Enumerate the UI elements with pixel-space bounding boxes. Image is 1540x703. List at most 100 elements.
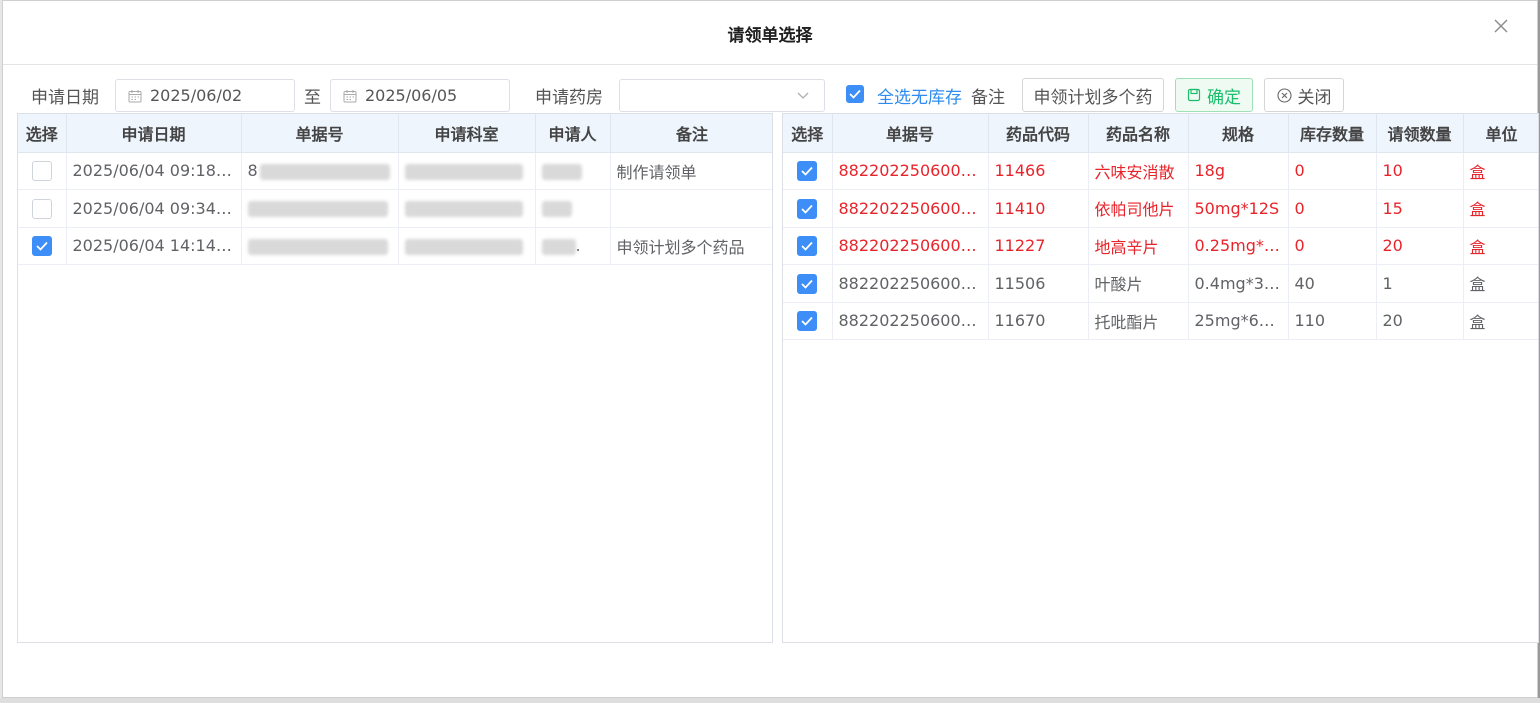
requisition-select-dialog: 请领单选择 申请日期 2025/06/02 至 2025/06/05 申请药房 bbox=[2, 0, 1539, 698]
table-row[interactable]: 2025/06/04 09:18:06 8 制作请领单 bbox=[18, 152, 772, 190]
date-from-value: 2025/06/02 bbox=[150, 86, 243, 105]
table-row[interactable]: 882202250600005 11410 依帕司他片 50mg*12S 0 15 盒 bbox=[783, 189, 1538, 228]
table-row[interactable]: 882202250600005 11227 地高辛片 0.25mg*3... 0 20 盒 bbox=[783, 227, 1538, 265]
doc-no-cell bbox=[241, 189, 399, 228]
spec-cell: 18g bbox=[1188, 152, 1289, 190]
close-circle-icon bbox=[1276, 87, 1292, 103]
doc-no-text: 8 bbox=[247, 161, 258, 181]
check-icon bbox=[801, 241, 813, 251]
row-checkbox[interactable] bbox=[797, 161, 818, 181]
row-checkbox[interactable] bbox=[797, 273, 818, 294]
row-checkbox[interactable] bbox=[797, 311, 818, 331]
col-header-unit[interactable]: 单位 bbox=[1463, 114, 1538, 153]
apply-date-label: 申请日期 bbox=[31, 88, 99, 108]
redacted-block bbox=[259, 163, 390, 180]
col-header-request-qty[interactable]: 请领数量 bbox=[1376, 114, 1464, 153]
date-from-picker[interactable]: 2025/06/02 bbox=[115, 79, 295, 112]
row-select-cell bbox=[18, 227, 67, 265]
col-header-dept[interactable]: 申请科室 bbox=[398, 114, 536, 153]
apply-date-cell: 2025/06/04 14:14:41 bbox=[66, 227, 242, 265]
date-to-picker[interactable]: 2025/06/05 bbox=[330, 79, 510, 112]
table-row[interactable]: 882202250600005 11506 叶酸片 0.4mg*31s 40 1 盒 bbox=[783, 264, 1538, 303]
confirm-button[interactable]: 确定 bbox=[1175, 78, 1253, 112]
row-select-cell bbox=[783, 189, 833, 228]
col-header-drug-name[interactable]: 药品名称 bbox=[1088, 114, 1189, 153]
unit-cell: 盒 bbox=[1463, 189, 1538, 228]
unit-cell: 盒 bbox=[1463, 302, 1538, 340]
col-header-spec[interactable]: 规格 bbox=[1188, 114, 1289, 153]
remark-input-value: 申领计划多个药 bbox=[1033, 87, 1153, 108]
select-all-no-stock-checkbox[interactable] bbox=[846, 85, 864, 103]
row-select-cell bbox=[783, 302, 833, 340]
requisition-list-table: 选择 申请日期 单据号 申请科室 申请人 备注 2025/06/04 09:18… bbox=[17, 113, 773, 643]
doc-no-cell: 882202250600005 bbox=[832, 264, 989, 303]
table-row[interactable]: 882202250600005 11670 托吡酯片 25mg*60... 110 20 盒 bbox=[783, 302, 1538, 340]
col-header-drug-code[interactable]: 药品代码 bbox=[988, 114, 1089, 153]
col-header-doc-no[interactable]: 单据号 bbox=[241, 114, 399, 153]
doc-no-cell: 882202250600005 bbox=[832, 152, 989, 190]
check-icon bbox=[801, 316, 813, 326]
redacted-block bbox=[404, 163, 523, 180]
applicant-cell: . bbox=[535, 227, 611, 265]
row-select-cell bbox=[18, 152, 67, 190]
table-row[interactable]: 2025/06/04 09:34:53 bbox=[18, 189, 772, 228]
row-checkbox[interactable] bbox=[31, 236, 52, 256]
row-checkbox[interactable] bbox=[31, 198, 52, 219]
drug-code-cell: 11466 bbox=[988, 152, 1089, 190]
close-button[interactable]: 关闭 bbox=[1264, 78, 1344, 112]
chevron-down-icon bbox=[797, 92, 809, 99]
col-header-stock[interactable]: 库存数量 bbox=[1288, 114, 1377, 153]
stock-cell: 40 bbox=[1288, 264, 1377, 303]
redacted-block bbox=[247, 238, 388, 255]
redacted-block bbox=[247, 201, 388, 218]
applicant-cell bbox=[535, 189, 611, 228]
col-header-select: 选择 bbox=[783, 114, 833, 153]
request-qty-cell: 15 bbox=[1376, 189, 1464, 228]
doc-no-cell: 882202250600005 bbox=[832, 227, 989, 265]
remark-cell: 申领计划多个药品 bbox=[610, 227, 772, 265]
redacted-block bbox=[404, 201, 523, 218]
stock-cell: 0 bbox=[1288, 189, 1377, 228]
check-icon bbox=[801, 166, 813, 176]
row-select-cell bbox=[783, 152, 833, 190]
redacted-block bbox=[541, 238, 576, 255]
pharmacy-select[interactable] bbox=[619, 79, 825, 112]
apply-date-cell: 2025/06/04 09:34:53 bbox=[66, 189, 242, 228]
filter-toolbar: 申请日期 2025/06/02 至 2025/06/05 申请药房 全选无库存 … bbox=[3, 65, 1539, 113]
pharmacy-label: 申请药房 bbox=[535, 88, 603, 108]
save-icon bbox=[1187, 88, 1201, 102]
drug-name-cell: 叶酸片 bbox=[1088, 264, 1189, 303]
row-checkbox[interactable] bbox=[31, 161, 52, 181]
calendar-icon bbox=[128, 89, 142, 102]
col-header-remark[interactable]: 备注 bbox=[610, 114, 772, 153]
dialog-title: 请领单选择 bbox=[727, 26, 813, 46]
close-icon[interactable] bbox=[1491, 16, 1511, 36]
calendar-icon bbox=[343, 89, 357, 102]
remark-input[interactable]: 申领计划多个药 bbox=[1022, 78, 1164, 112]
drug-code-cell: 11670 bbox=[988, 302, 1089, 340]
check-icon bbox=[801, 279, 813, 289]
remark-cell bbox=[610, 189, 772, 228]
table-row[interactable]: 882202250600005 11466 六味安消散 18g 0 10 盒 bbox=[783, 152, 1538, 190]
drug-code-cell: 11506 bbox=[988, 264, 1089, 303]
row-select-cell bbox=[783, 227, 833, 265]
table-row[interactable]: 2025/06/04 14:14:41 . 申领计划多个药品 bbox=[18, 227, 772, 265]
doc-no-cell: 882202250600005 bbox=[832, 302, 989, 340]
spec-cell: 0.4mg*31s bbox=[1188, 264, 1289, 303]
col-header-applicant[interactable]: 申请人 bbox=[535, 114, 611, 153]
spec-cell: 25mg*60... bbox=[1188, 302, 1289, 340]
dept-cell bbox=[398, 227, 536, 265]
spec-cell: 0.25mg*3... bbox=[1188, 227, 1289, 265]
table-header-row: 选择 申请日期 单据号 申请科室 申请人 备注 bbox=[18, 114, 772, 153]
drug-code-cell: 11410 bbox=[988, 189, 1089, 228]
row-select-cell bbox=[783, 264, 833, 303]
select-all-no-stock-label[interactable]: 全选无库存 bbox=[877, 83, 962, 108]
check-icon bbox=[36, 241, 48, 251]
drug-name-cell: 依帕司他片 bbox=[1088, 189, 1189, 228]
col-header-doc-no[interactable]: 单据号 bbox=[832, 114, 989, 153]
doc-no-cell bbox=[241, 227, 399, 265]
unit-cell: 盒 bbox=[1463, 264, 1538, 303]
row-checkbox[interactable] bbox=[797, 236, 818, 256]
col-header-apply-date[interactable]: 申请日期 bbox=[66, 114, 242, 153]
row-checkbox[interactable] bbox=[797, 198, 818, 219]
